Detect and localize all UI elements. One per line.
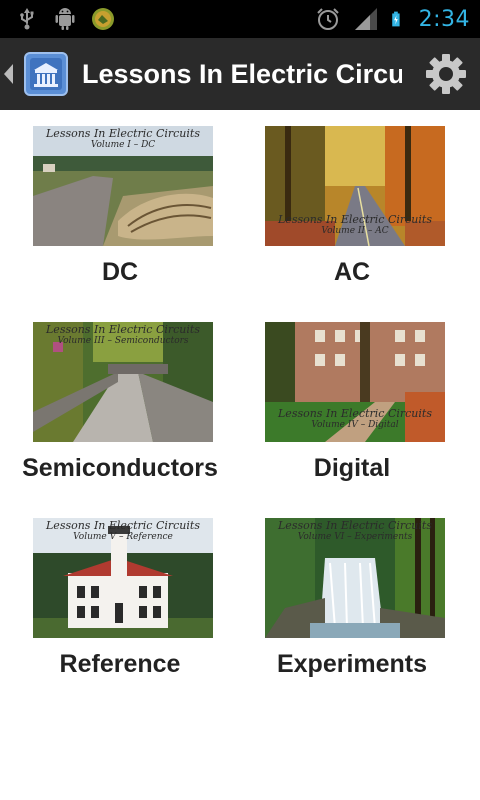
- app-title: Lessons In Electric Circu.: [82, 58, 402, 89]
- clock: 2:34: [418, 6, 470, 32]
- volume-item-ac[interactable]: Lessons In Electric Circuits Volume II –…: [232, 110, 472, 306]
- usb-icon: [20, 8, 34, 30]
- ac-cover-image[interactable]: Lessons In Electric Circuits Volume II –…: [265, 126, 445, 246]
- volume-item-reference[interactable]: Lessons In Electric Circuits Volume V – …: [0, 502, 240, 698]
- reference-cover-image[interactable]: Lessons In Electric Circuits Volume V – …: [33, 518, 213, 638]
- ac-label[interactable]: AC: [232, 258, 472, 287]
- system-icons: 2:34: [315, 4, 470, 34]
- dc-label[interactable]: DC: [0, 258, 240, 287]
- volume-item-semiconductors[interactable]: Lessons In Electric Circuits Volume III …: [0, 306, 240, 502]
- digital-cover-subtitle: Volume IV – Digital: [311, 420, 399, 430]
- notification-icons: [14, 6, 116, 32]
- reference-cover-title: Lessons In Electric Circuits: [46, 519, 200, 532]
- gear-icon[interactable]: [424, 52, 468, 96]
- semiconductors-cover-image[interactable]: Lessons In Electric Circuits Volume III …: [33, 322, 213, 442]
- experiments-cover-image[interactable]: Lessons In Electric Circuits Volume VI –…: [265, 518, 445, 638]
- reference-label[interactable]: Reference: [0, 650, 240, 679]
- app-notification-icon: [92, 8, 114, 30]
- volume-item-dc[interactable]: Lessons In Electric Circuits Volume I – …: [0, 110, 240, 306]
- alarm-icon: [316, 8, 339, 30]
- dc-cover-title: Lessons In Electric Circuits: [46, 127, 200, 140]
- volume-item-experiments[interactable]: Lessons In Electric Circuits Volume VI –…: [232, 502, 472, 698]
- android-debug-icon: [55, 8, 75, 30]
- experiments-cover-subtitle: Volume VI – Experiments: [297, 532, 413, 542]
- volume-item-digital[interactable]: Lessons In Electric Circuits Volume IV –…: [232, 306, 472, 502]
- digital-cover-title: Lessons In Electric Circuits: [278, 407, 432, 420]
- digital-cover-image[interactable]: Lessons In Electric Circuits Volume IV –…: [265, 322, 445, 442]
- digital-label[interactable]: Digital: [232, 454, 472, 483]
- semiconductors-cover-title: Lessons In Electric Circuits: [46, 323, 200, 336]
- app-logo-icon[interactable]: [24, 52, 68, 96]
- back-caret-icon[interactable]: [2, 38, 16, 110]
- experiments-cover-title: Lessons In Electric Circuits: [278, 519, 432, 532]
- ac-cover-title: Lessons In Electric Circuits: [278, 213, 432, 226]
- dc-cover-subtitle: Volume I – DC: [90, 140, 156, 150]
- semiconductors-label[interactable]: Semiconductors: [0, 454, 240, 483]
- battery-charging-icon: [391, 11, 400, 27]
- experiments-label[interactable]: Experiments: [232, 650, 472, 679]
- status-bar: 2:34: [0, 0, 480, 38]
- signal-icon: [354, 8, 377, 30]
- ac-cover-subtitle: Volume II – AC: [321, 226, 389, 236]
- dc-cover-image[interactable]: Lessons In Electric Circuits Volume I – …: [33, 126, 213, 246]
- semiconductors-cover-subtitle: Volume III – Semiconductors: [57, 336, 189, 346]
- action-bar: Lessons In Electric Circu.: [0, 38, 480, 110]
- reference-cover-subtitle: Volume V – Reference: [73, 532, 173, 542]
